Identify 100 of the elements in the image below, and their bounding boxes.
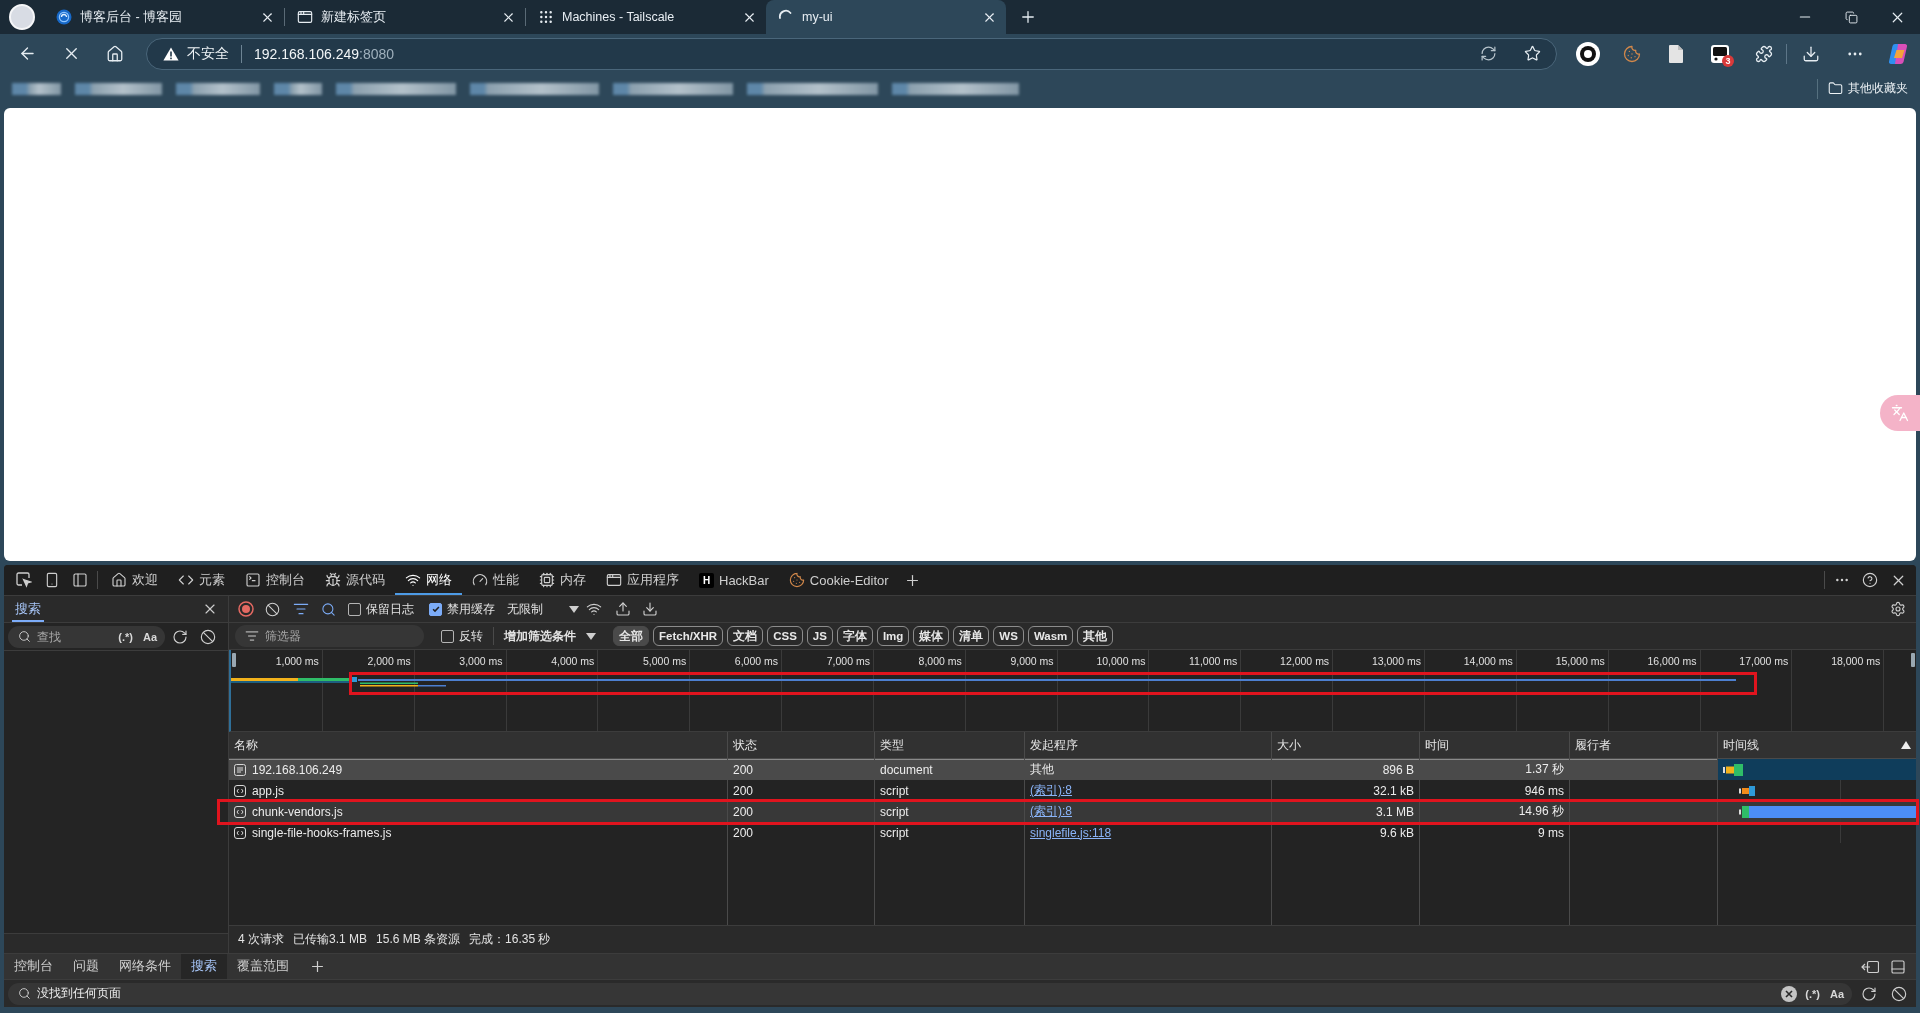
- request-row[interactable]: chunk-vendors.js 200 script (索引):8 3.1 MB 14.96 秒: [229, 801, 1916, 822]
- record-icon[interactable]: [238, 601, 254, 617]
- devtools-tab[interactable]: 元素: [168, 565, 235, 595]
- device-icon[interactable]: [44, 572, 60, 588]
- type-filter-chip[interactable]: JS: [806, 626, 833, 646]
- sidebar-icon[interactable]: [72, 572, 88, 588]
- type-filter-chip[interactable]: Img: [876, 626, 910, 646]
- drawer-tab[interactable]: 覆盖范围: [227, 954, 299, 979]
- devtools-tab[interactable]: 欢迎: [101, 565, 168, 595]
- clear-icon[interactable]: [1891, 985, 1907, 1002]
- range-handle[interactable]: [232, 653, 236, 667]
- column-header[interactable]: 时间: [1419, 732, 1569, 758]
- clear-input-icon[interactable]: [1781, 985, 1798, 1002]
- url-text[interactable]: 192.168.106.249:8080: [254, 45, 395, 62]
- clear-icon[interactable]: [265, 601, 280, 617]
- devtools-tab[interactable]: 应用程序: [596, 565, 689, 595]
- devtools-tab[interactable]: 源代码: [315, 565, 395, 595]
- type-filter-chip[interactable]: CSS: [767, 626, 803, 646]
- drawer-tab[interactable]: 问题: [63, 954, 109, 979]
- devtools-tab[interactable]: 性能: [462, 565, 529, 595]
- column-header[interactable]: 履行者: [1569, 732, 1717, 758]
- column-header[interactable]: 类型: [874, 732, 1024, 758]
- help-icon[interactable]: [1862, 572, 1878, 588]
- browser-tab[interactable]: Machines - Tailscale: [526, 0, 766, 34]
- devtools-tab[interactable]: Cookie-Editor: [778, 565, 899, 595]
- refresh-icon[interactable]: [1861, 985, 1877, 1002]
- regex-toggle[interactable]: (.*): [116, 630, 135, 643]
- type-filter-chip[interactable]: WS: [993, 626, 1024, 646]
- type-filter-chip[interactable]: 清单: [953, 626, 990, 646]
- devtools-tab[interactable]: H HackBar: [689, 565, 779, 595]
- ribbon-logo-icon[interactable]: [1888, 42, 1910, 65]
- type-filter-chip[interactable]: 其他: [1077, 626, 1114, 646]
- match-case-toggle[interactable]: Aa: [1827, 987, 1846, 1000]
- column-header[interactable]: 名称: [229, 732, 727, 758]
- request-row[interactable]: 192.168.106.249 200 document 其他 896 B 1.37 秒: [229, 759, 1916, 780]
- initiator-link[interactable]: (索引):8: [1030, 803, 1072, 820]
- initiator-link[interactable]: singlefile.js:118: [1030, 825, 1112, 840]
- download-icon[interactable]: [641, 601, 658, 617]
- type-filter-chip[interactable]: 全部: [613, 626, 649, 646]
- waterfall-bar: [1723, 763, 1743, 776]
- restore-icon[interactable]: [1844, 10, 1858, 24]
- checkbox[interactable]: [441, 629, 454, 643]
- drawer-tab[interactable]: 网络条件: [109, 954, 181, 979]
- download-icon[interactable]: [1802, 44, 1820, 63]
- regex-toggle[interactable]: (.*): [1803, 987, 1822, 1000]
- star-icon[interactable]: [1523, 45, 1541, 62]
- browser-tab[interactable]: 新建标签页: [285, 0, 525, 34]
- range-handle[interactable]: [1911, 653, 1915, 667]
- code-icon: [178, 572, 194, 588]
- app-square-icon[interactable]: [1710, 43, 1730, 64]
- filter-icon[interactable]: [292, 601, 309, 617]
- column-header[interactable]: 发起程序: [1024, 732, 1271, 758]
- resources-text: 15.6 MB 条资源: [376, 931, 461, 948]
- home-icon[interactable]: [106, 44, 124, 63]
- cookie-icon[interactable]: [1623, 44, 1641, 63]
- avatar-icon[interactable]: [9, 4, 35, 30]
- sort-ascending-icon[interactable]: [1901, 741, 1911, 749]
- match-case-toggle[interactable]: Aa: [140, 630, 159, 643]
- checkbox[interactable]: [348, 602, 361, 616]
- ring-icon[interactable]: [1576, 41, 1600, 66]
- request-row[interactable]: single-file-hooks-frames.js 200 script singlefile.js:118 9.6 kB 9 ms: [229, 822, 1916, 843]
- file-name-text: app.js: [252, 783, 285, 798]
- arrow-panel-icon[interactable]: [1861, 958, 1879, 975]
- filter-input[interactable]: 筛选器: [235, 625, 424, 647]
- panel-bottom-icon[interactable]: [1890, 958, 1906, 975]
- checkbox[interactable]: [429, 602, 442, 616]
- type-filter-chip[interactable]: 媒体: [913, 626, 950, 646]
- settings-icon[interactable]: [1890, 601, 1906, 617]
- circular-arrows-icon[interactable]: [1479, 45, 1497, 62]
- drawer-tab[interactable]: 搜索: [181, 954, 227, 979]
- clear-icon[interactable]: [200, 628, 216, 645]
- more-filters-dropdown[interactable]: 增加筛选条件: [504, 627, 596, 645]
- throttling-dropdown[interactable]: 无限制: [507, 600, 579, 618]
- address-bar[interactable]: 不安全 192.168.106.249:8080: [146, 37, 1557, 70]
- column-header[interactable]: 大小: [1271, 732, 1419, 758]
- initiator-link[interactable]: (索引):8: [1030, 782, 1072, 799]
- refresh-icon[interactable]: [172, 628, 188, 645]
- panel-tab[interactable]: 搜索: [12, 596, 44, 622]
- browser-tab[interactable]: 博客后台 - 博客园: [44, 0, 284, 34]
- table-cell: document: [874, 759, 1024, 780]
- other-bookmarks-button[interactable]: 其他收藏夹: [1817, 78, 1908, 99]
- search-icon[interactable]: [321, 601, 336, 617]
- drawer-tab[interactable]: 控制台: [4, 954, 63, 979]
- type-filter-chip[interactable]: Wasm: [1027, 626, 1074, 646]
- wifi-icon[interactable]: [586, 601, 602, 617]
- type-filter-chip[interactable]: 字体: [836, 626, 873, 646]
- devtools-tab[interactable]: 内存: [529, 565, 596, 595]
- extensions-icon[interactable]: [1755, 44, 1773, 63]
- inspect-icon[interactable]: [16, 572, 32, 588]
- upload-icon[interactable]: [614, 601, 631, 617]
- column-header[interactable]: 状态: [727, 732, 874, 758]
- page-icon[interactable]: [1669, 44, 1683, 63]
- request-row[interactable]: app.js 200 script (索引):8 32.1 kB 946 ms: [229, 780, 1916, 801]
- filter-icon: [245, 629, 259, 643]
- type-filter-chip[interactable]: Fetch/XHR: [653, 626, 724, 646]
- not-secure-label[interactable]: 不安全: [187, 44, 229, 63]
- new-tab-icon[interactable]: [1019, 8, 1037, 26]
- devtools-tab[interactable]: 控制台: [235, 565, 315, 595]
- type-filter-chip[interactable]: 文档: [727, 626, 764, 646]
- column-header[interactable]: 时间线: [1717, 732, 1916, 758]
